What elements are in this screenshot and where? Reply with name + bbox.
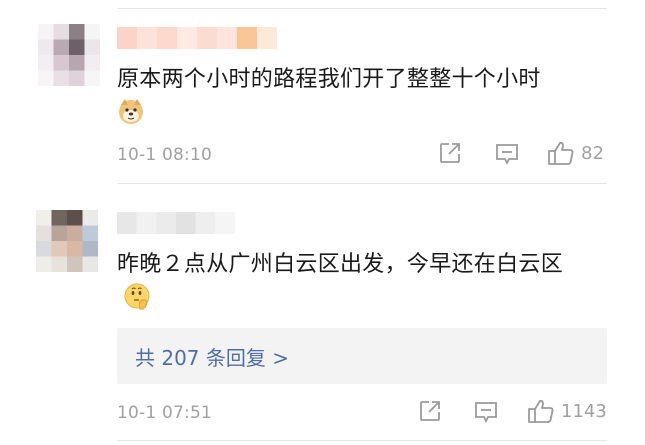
share-button[interactable] [418, 399, 442, 423]
comment-text: 原本两个小时的路程我们开了整整十个小时 [117, 63, 617, 136]
like-count: 1143 [561, 400, 607, 422]
like-button[interactable]: 1143 [527, 398, 607, 424]
like-button[interactable]: 82 [547, 140, 604, 166]
username-blurred[interactable] [117, 212, 235, 234]
divider [117, 440, 607, 441]
comment-button[interactable] [473, 400, 499, 424]
divider-top [117, 8, 607, 9]
view-replies-link[interactable]: 共 207 条回复 > [135, 342, 289, 371]
like-count: 82 [581, 142, 604, 164]
comment-body: 原本两个小时的路程我们开了整整十个小时 [117, 67, 541, 92]
username-blurred[interactable] [117, 27, 277, 49]
divider [117, 183, 607, 184]
comment-body: 昨晚２点从广州白云区出发，今早还在白云区 [117, 252, 564, 277]
avatar-mosaic [36, 210, 98, 272]
avatar[interactable] [38, 24, 100, 86]
comment-icon [473, 400, 499, 424]
doge-emoji-icon [117, 97, 145, 136]
share-button[interactable] [438, 141, 462, 165]
comment-timestamp: 10-1 08:10 [117, 145, 212, 165]
avatar-mosaic [38, 24, 100, 86]
thumbs-up-icon [527, 398, 555, 424]
comment-text: 昨晚２点从广州白云区出发，今早还在白云区 [117, 248, 602, 321]
thinking-emoji-icon [123, 282, 151, 321]
replies-box[interactable]: 共 207 条回复 > [117, 328, 607, 384]
share-icon [438, 141, 462, 165]
comment-timestamp: 10-1 07:51 [117, 403, 212, 423]
thumbs-up-icon [547, 140, 575, 166]
comment-icon [494, 142, 520, 166]
share-icon [418, 399, 442, 423]
comment-button[interactable] [494, 142, 520, 166]
avatar[interactable] [36, 210, 98, 272]
